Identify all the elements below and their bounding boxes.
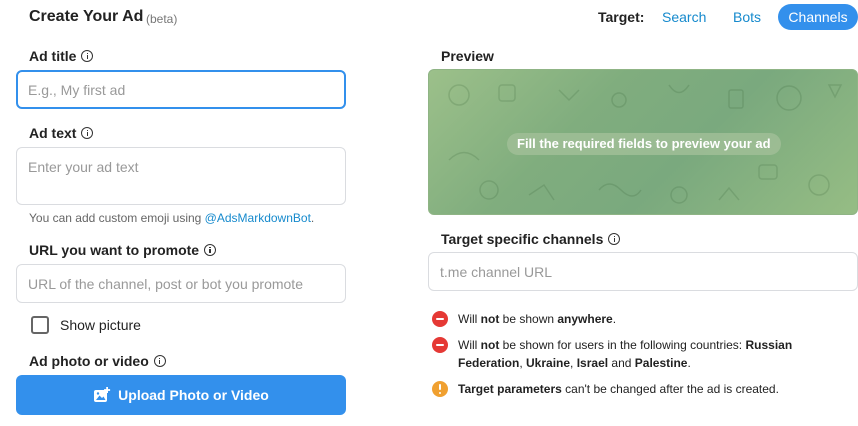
preview-label: Preview xyxy=(441,48,494,64)
notice-text-part: be shown for users in the following coun… xyxy=(499,338,746,352)
notice-text-part: can't be changed after the ad is created… xyxy=(561,382,779,396)
target-channels-label-text: Target specific channels xyxy=(441,231,604,247)
notice-text-part: be shown xyxy=(499,312,558,326)
notice-text-part: Will xyxy=(458,338,481,352)
tab-bots[interactable]: Bots xyxy=(723,4,771,30)
preview-placeholder-message: Fill the required fields to preview your… xyxy=(507,133,781,155)
notice-anywhere-text: Will not be shown anywhere. xyxy=(458,310,616,328)
info-icon[interactable] xyxy=(204,244,217,256)
country-name: Ukraine xyxy=(526,356,571,370)
url-label-text: URL you want to promote xyxy=(29,242,200,258)
minus-circle-icon xyxy=(432,311,448,327)
info-icon[interactable] xyxy=(81,127,94,139)
notice-bold-part: not xyxy=(480,312,500,326)
preview-pane: Fill the required fields to preview your… xyxy=(428,69,858,215)
page-title: Create Your Ad xyxy=(29,8,144,25)
beta-badge: (beta) xyxy=(146,12,178,26)
notice-countries-text: Will not be shown for users in the follo… xyxy=(458,336,812,372)
info-icon[interactable] xyxy=(153,355,166,367)
upload-button-label: Upload Photo or Video xyxy=(118,387,269,403)
url-input[interactable] xyxy=(16,264,346,303)
show-picture-checkbox[interactable] xyxy=(31,316,49,334)
notice-params: Target parameters can't be changed after… xyxy=(432,380,779,398)
info-icon[interactable] xyxy=(608,233,621,245)
country-name: Israel xyxy=(576,356,609,370)
notice-text-part: Will xyxy=(458,312,481,326)
warning-icon xyxy=(432,381,448,397)
info-icon[interactable] xyxy=(81,50,94,62)
hint-suffix: . xyxy=(310,211,315,225)
ad-text-label: Ad text xyxy=(29,125,94,141)
country-name: Palestine xyxy=(634,356,688,370)
ad-text-input[interactable] xyxy=(16,147,346,205)
ads-markdown-bot-link[interactable]: @AdsMarkdownBot xyxy=(205,211,311,225)
notice-bold-part: Target parameters xyxy=(458,382,562,396)
custom-emoji-hint: You can add custom emoji using @AdsMarkd… xyxy=(29,211,314,225)
notice-text-part: , xyxy=(570,356,577,370)
ad-title-input[interactable] xyxy=(16,70,346,109)
url-label: URL you want to promote xyxy=(29,242,217,258)
channel-url-input[interactable] xyxy=(428,252,858,291)
hint-prefix: You can add custom emoji using xyxy=(29,211,205,225)
tab-search[interactable]: Search xyxy=(652,4,716,30)
notice-countries: Will not be shown for users in the follo… xyxy=(432,336,812,372)
notice-params-text: Target parameters can't be changed after… xyxy=(458,380,779,398)
notice-anywhere: Will not be shown anywhere. xyxy=(432,310,616,328)
add-photo-icon xyxy=(94,387,111,402)
notice-text-part: , xyxy=(519,356,527,370)
show-picture-label[interactable]: Show picture xyxy=(60,317,141,333)
target-label: Target: xyxy=(598,9,645,25)
ad-photo-label-text: Ad photo or video xyxy=(29,353,149,369)
notice-text-part: and xyxy=(608,356,635,370)
upload-photo-button[interactable]: Upload Photo or Video xyxy=(16,375,346,415)
ad-title-label: Ad title xyxy=(29,48,94,64)
minus-circle-icon xyxy=(432,337,448,353)
ad-title-label-text: Ad title xyxy=(29,48,77,64)
notice-text-part: . xyxy=(612,312,617,326)
notice-bold-part: not xyxy=(480,338,500,352)
notice-text-part: . xyxy=(687,356,691,370)
ad-photo-label: Ad photo or video xyxy=(29,353,166,369)
notice-bold-part: anywhere xyxy=(557,312,613,326)
tab-channels[interactable]: Channels xyxy=(778,4,858,30)
ad-text-label-text: Ad text xyxy=(29,125,77,141)
target-channels-label: Target specific channels xyxy=(441,231,621,247)
